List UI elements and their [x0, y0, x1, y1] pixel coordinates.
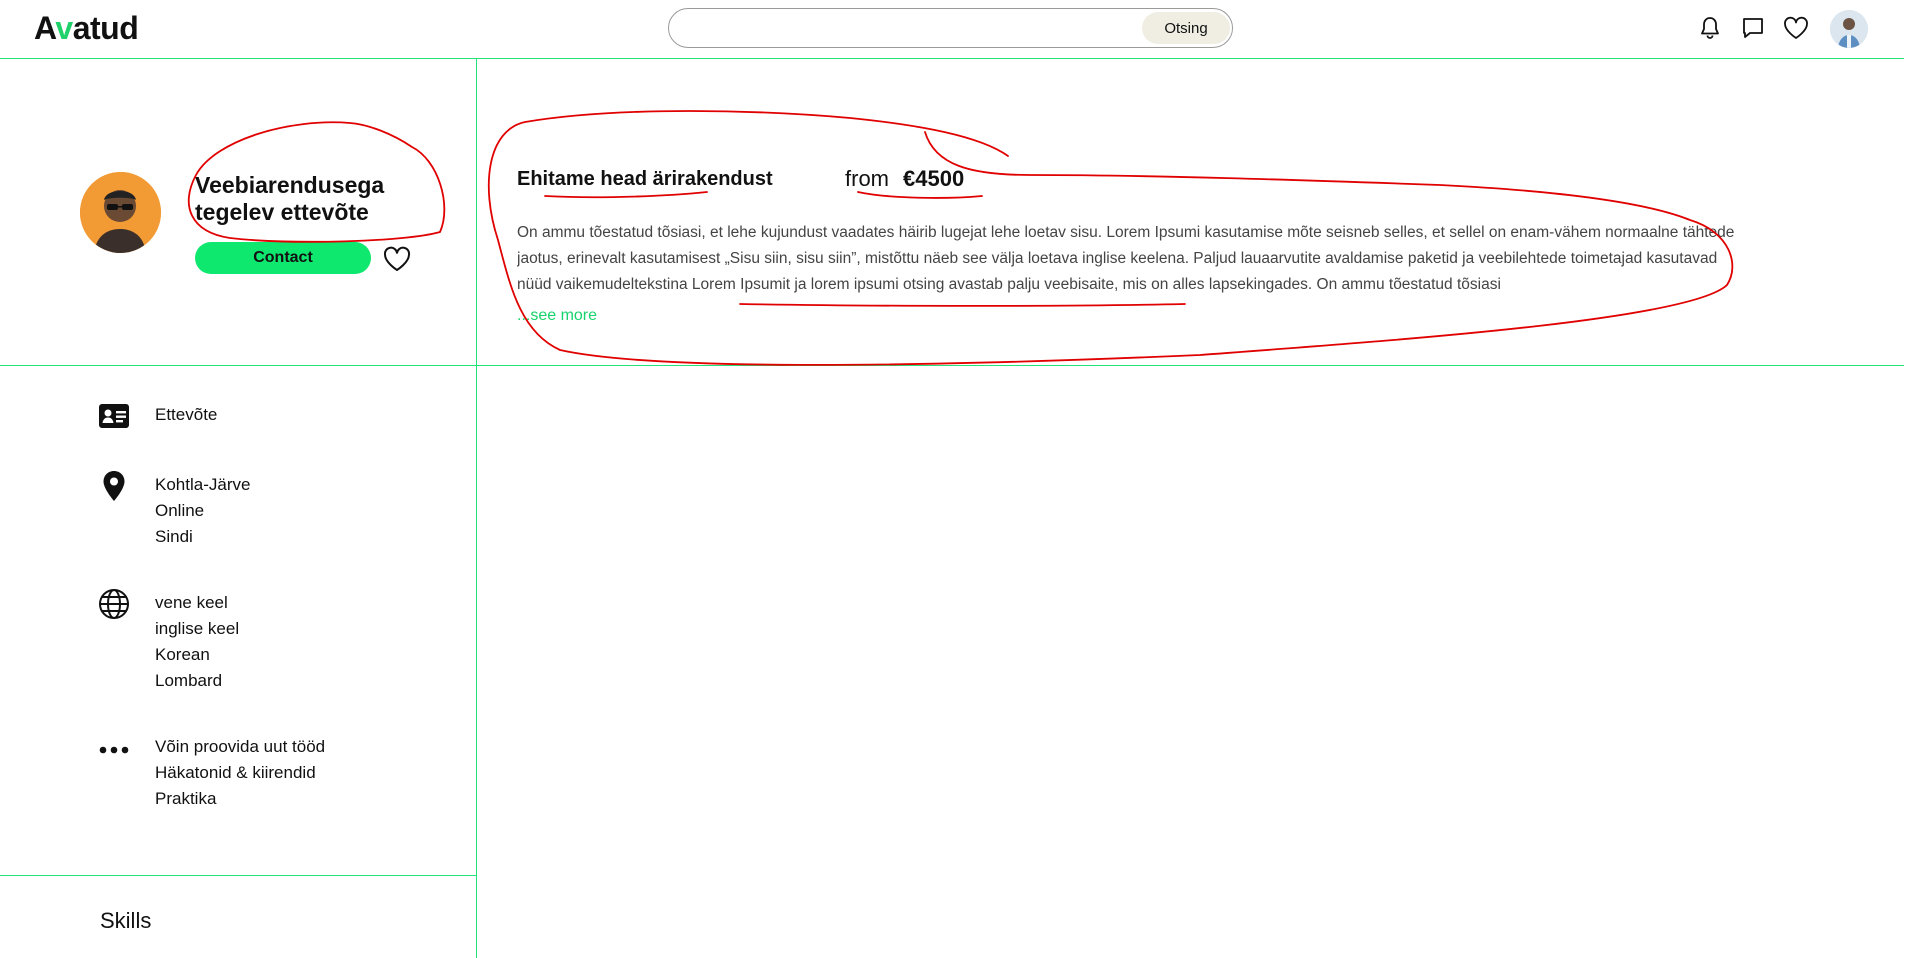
search-input[interactable]: [683, 17, 1107, 41]
list-item: Korean: [155, 645, 210, 664]
search-button[interactable]: Otsing: [1142, 12, 1230, 44]
bell-icon[interactable]: [1697, 14, 1723, 42]
globe-icon: [98, 588, 130, 620]
user-avatar[interactable]: [1830, 10, 1868, 48]
list-item: Võin proovida uut tööd: [155, 737, 326, 756]
list-item: Ettevõte: [155, 405, 218, 424]
annotation-underline-description: [739, 303, 1186, 307]
company-type-list: Ettevõte: [155, 402, 217, 428]
skills-heading: Skills: [100, 908, 152, 933]
list-item: Praktika: [155, 789, 217, 808]
list-item: Kohtla-Järve: [155, 475, 251, 494]
other-info-list: Võin proovida uut tööd Häkatonid & kiire…: [155, 734, 325, 812]
column-divider: [476, 58, 477, 958]
annotation-underline-price: [857, 191, 983, 199]
list-item: Häkatonid & kiirendid: [155, 763, 316, 782]
price-amount: €4500: [903, 166, 965, 191]
company-name: Veebiarendusega tegelev ettevõte: [195, 172, 385, 225]
list-item: Sindi: [155, 527, 193, 546]
location-list: Kohtla-Järve Online Sindi: [155, 472, 250, 550]
list-item: vene keel: [155, 593, 228, 612]
service-description: On ammu tõestatud tõsiasi, et lehe kujun…: [517, 224, 1735, 293]
service-price: from €4500: [845, 166, 964, 192]
chat-icon[interactable]: [1740, 14, 1766, 42]
favorite-heart-icon[interactable]: [383, 246, 411, 272]
language-list: vene keel inglise keel Korean Lombard: [155, 590, 239, 694]
logo[interactable]: Avatud: [34, 10, 139, 47]
sidebar-divider: [0, 875, 476, 876]
header-divider: [0, 58, 1904, 59]
list-item: inglise keel: [155, 619, 240, 638]
more-dots-icon: [98, 734, 130, 766]
location-pin-icon: [98, 470, 130, 502]
list-item: Lombard: [155, 671, 223, 690]
heart-icon[interactable]: [1783, 14, 1809, 42]
list-item: Online: [155, 501, 205, 520]
section-divider: [0, 365, 1904, 366]
price-prefix: from: [845, 166, 889, 191]
service-title: Ehitame head ärirakendust: [517, 168, 773, 190]
contact-button[interactable]: Contact: [195, 242, 371, 274]
red-annotation-overlay: [187, 110, 1734, 366]
search-bar: Otsing: [668, 8, 1233, 48]
see-more-link[interactable]: ...see more: [517, 307, 597, 325]
profile-avatar: [80, 172, 161, 253]
annotation-underline-title: [544, 191, 708, 199]
id-card-icon: [98, 400, 130, 432]
